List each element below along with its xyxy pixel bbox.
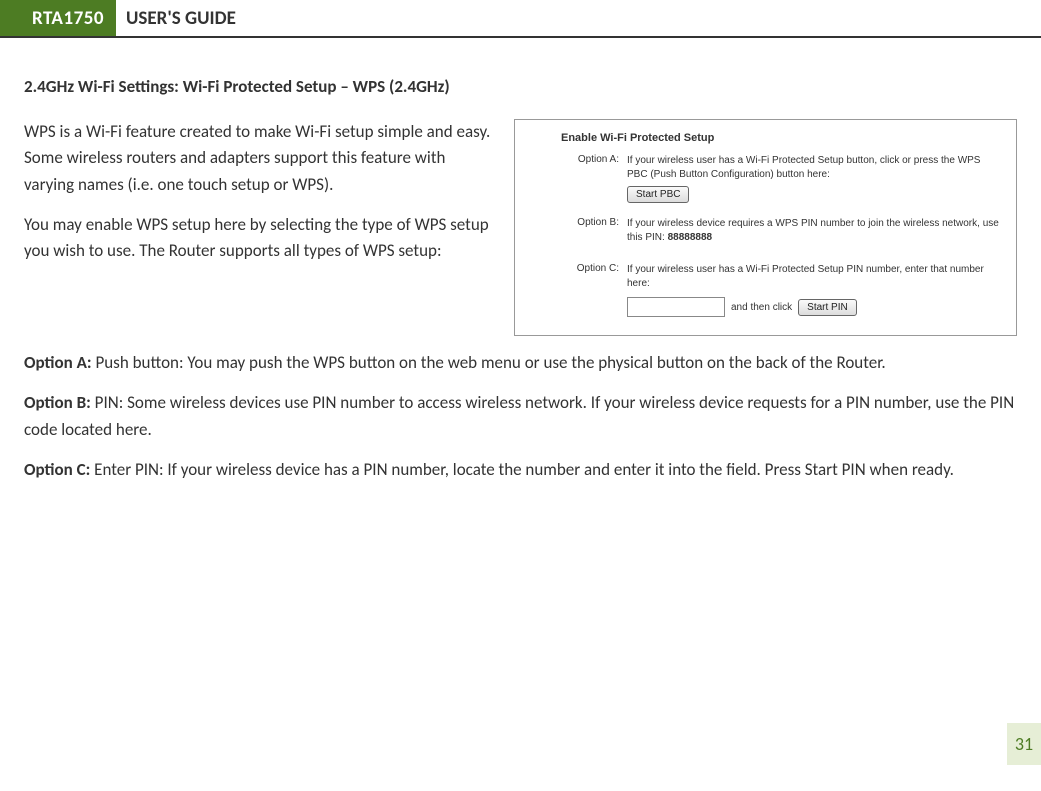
option-a-label: Option A: bbox=[24, 352, 92, 373]
option-c-text: Enter PIN: If your wireless device has a… bbox=[90, 459, 954, 480]
start-pin-button[interactable]: Start PIN bbox=[798, 299, 857, 316]
header-guide-title: USER'S GUIDE bbox=[116, 0, 246, 36]
option-a-text: Push button: You may push the WPS button… bbox=[92, 352, 886, 373]
panel-option-b: Option B: If your wireless device requir… bbox=[529, 217, 1002, 249]
panel-option-b-desc: If your wireless device requires a WPS P… bbox=[627, 217, 1002, 245]
pin-input[interactable] bbox=[627, 297, 725, 317]
panel-title: Enable Wi-Fi Protected Setup bbox=[561, 132, 1002, 144]
panel-option-c-desc: If your wireless user has a Wi-Fi Protec… bbox=[627, 263, 1002, 291]
option-b-text: PIN: Some wireless devices use PIN numbe… bbox=[24, 392, 1014, 439]
page-number: 31 bbox=[1007, 723, 1041, 765]
intro-row: WPS is a Wi-Fi feature created to make W… bbox=[24, 119, 1017, 336]
header-accent bbox=[0, 0, 20, 36]
screenshot-panel-column: Enable Wi-Fi Protected Setup Option A: I… bbox=[514, 119, 1017, 336]
intro-text-column: WPS is a Wi-Fi feature created to make W… bbox=[24, 119, 494, 336]
option-a-paragraph: Option A: Push button: You may push the … bbox=[24, 350, 1017, 376]
panel-wps-pin-value: 88888888 bbox=[668, 232, 713, 243]
panel-option-c-body: If your wireless user has a Wi-Fi Protec… bbox=[627, 263, 1002, 317]
option-c-paragraph: Option C: Enter PIN: If your wireless de… bbox=[24, 457, 1017, 483]
and-then-label: and then click bbox=[731, 302, 792, 313]
panel-option-b-body: If your wireless device requires a WPS P… bbox=[627, 217, 1002, 249]
wps-setup-panel: Enable Wi-Fi Protected Setup Option A: I… bbox=[514, 119, 1017, 336]
option-b-paragraph: Option B: PIN: Some wireless devices use… bbox=[24, 390, 1017, 443]
panel-option-c: Option C: If your wireless user has a Wi… bbox=[529, 263, 1002, 317]
start-pbc-button[interactable]: Start PBC bbox=[627, 186, 689, 203]
panel-option-a-desc: If your wireless user has a Wi-Fi Protec… bbox=[627, 154, 1002, 182]
intro-paragraph-2: You may enable WPS setup here by selecti… bbox=[24, 212, 494, 265]
section-heading: 2.4GHz Wi-Fi Settings: Wi-Fi Protected S… bbox=[24, 76, 1017, 97]
panel-option-c-input-row: and then click Start PIN bbox=[627, 297, 1002, 317]
page-header: RTA1750 USER'S GUIDE bbox=[0, 0, 1041, 38]
page-content: 2.4GHz Wi-Fi Settings: Wi-Fi Protected S… bbox=[0, 38, 1041, 483]
panel-option-b-label: Option B: bbox=[529, 217, 627, 249]
panel-option-a: Option A: If your wireless user has a Wi… bbox=[529, 154, 1002, 203]
panel-option-c-label: Option C: bbox=[529, 263, 627, 317]
option-b-label: Option B: bbox=[24, 392, 91, 413]
panel-option-a-body: If your wireless user has a Wi-Fi Protec… bbox=[627, 154, 1002, 203]
panel-option-a-label: Option A: bbox=[529, 154, 627, 203]
intro-paragraph-1: WPS is a Wi-Fi feature created to make W… bbox=[24, 119, 494, 198]
header-model: RTA1750 bbox=[20, 0, 116, 36]
option-c-label: Option C: bbox=[24, 459, 90, 480]
